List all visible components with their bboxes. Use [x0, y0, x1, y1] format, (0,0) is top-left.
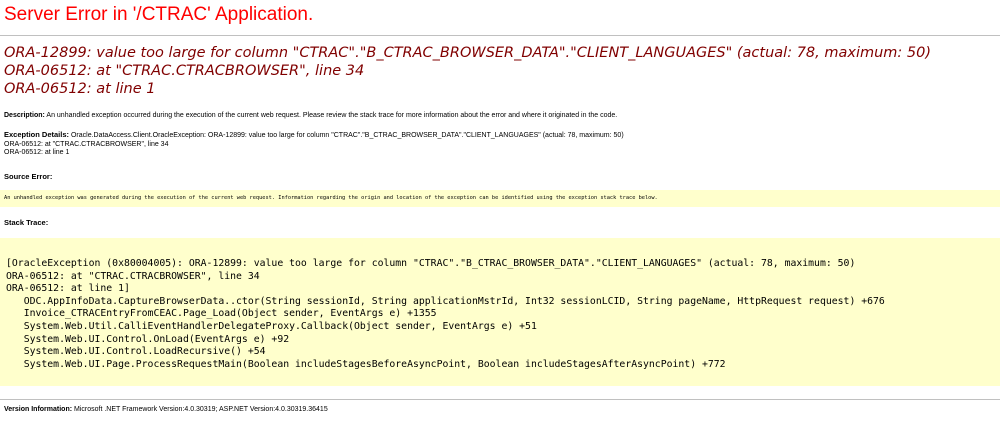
error-message-line: ORA-06512: at "CTRAC.CTRACBROWSER", line… [4, 63, 365, 79]
stack-trace-line: System.Web.UI.Page.ProcessRequestMain(Bo… [6, 358, 726, 370]
stack-trace-box: [OracleException (0x80004005): ORA-12899… [0, 238, 1000, 386]
stack-trace-line: Invoice_CTRACEntryFromCEAC.Page_Load(Obj… [6, 308, 437, 320]
stack-trace-label: Stack Trace: [4, 218, 49, 227]
stack-trace-line: [OracleException (0x80004005): ORA-12899… [6, 258, 856, 269]
exception-details-text: Oracle.DataAccess.Client.OracleException… [69, 132, 624, 139]
page-title: Server Error in '/CTRAC' Application. [4, 4, 314, 25]
description-label: Description: [4, 112, 45, 119]
exception-details-line: ORA-06512: at line 1 [4, 149, 70, 156]
description-paragraph: Description: An unhandled exception occu… [4, 112, 617, 121]
exception-details-label: Exception Details: [4, 130, 70, 139]
stack-trace-line: ODC.AppInfoData.CaptureBrowserData..ctor… [6, 295, 885, 307]
stack-trace-line: ORA-06512: at line 1] [6, 283, 130, 295]
source-error-label: Source Error: [4, 172, 53, 181]
stack-trace-line: System.Web.Util.CalliEventHandlerDelegat… [6, 320, 537, 332]
version-info-paragraph: Version Information: Microsoft .NET Fram… [4, 406, 328, 415]
source-error-text: An unhandled exception was generated dur… [4, 195, 658, 201]
version-info-text: Microsoft .NET Framework Version:4.0.303… [72, 406, 328, 413]
footer-divider [0, 399, 1000, 400]
error-message-line: ORA-06512: at line 1 [4, 81, 156, 97]
error-message-line: ORA-12899: value too large for column "C… [4, 45, 932, 61]
exception-details-paragraph: Exception Details: Oracle.DataAccess.Cli… [4, 130, 624, 158]
stack-trace-line: System.Web.UI.Control.OnLoad(EventArgs e… [6, 333, 290, 345]
stack-trace-line: System.Web.UI.Control.LoadRecursive() +5… [6, 346, 266, 358]
version-info-label: Version Information: [4, 406, 73, 413]
title-divider [0, 35, 1000, 36]
description-text: An unhandled exception occurred during t… [44, 112, 618, 119]
error-page: Server Error in '/CTRAC' Application. OR… [0, 0, 1000, 447]
stack-trace-text: [OracleException (0x80004005): ORA-12899… [6, 258, 885, 371]
exception-details-line: ORA-06512: at "CTRAC.CTRACBROWSER", line… [4, 140, 169, 148]
stack-trace-line: ORA-06512: at "CTRAC.CTRACBROWSER", line… [6, 270, 260, 282]
source-error-box: An unhandled exception was generated dur… [0, 190, 1000, 207]
error-message: ORA-12899: value too large for column "C… [4, 44, 931, 98]
